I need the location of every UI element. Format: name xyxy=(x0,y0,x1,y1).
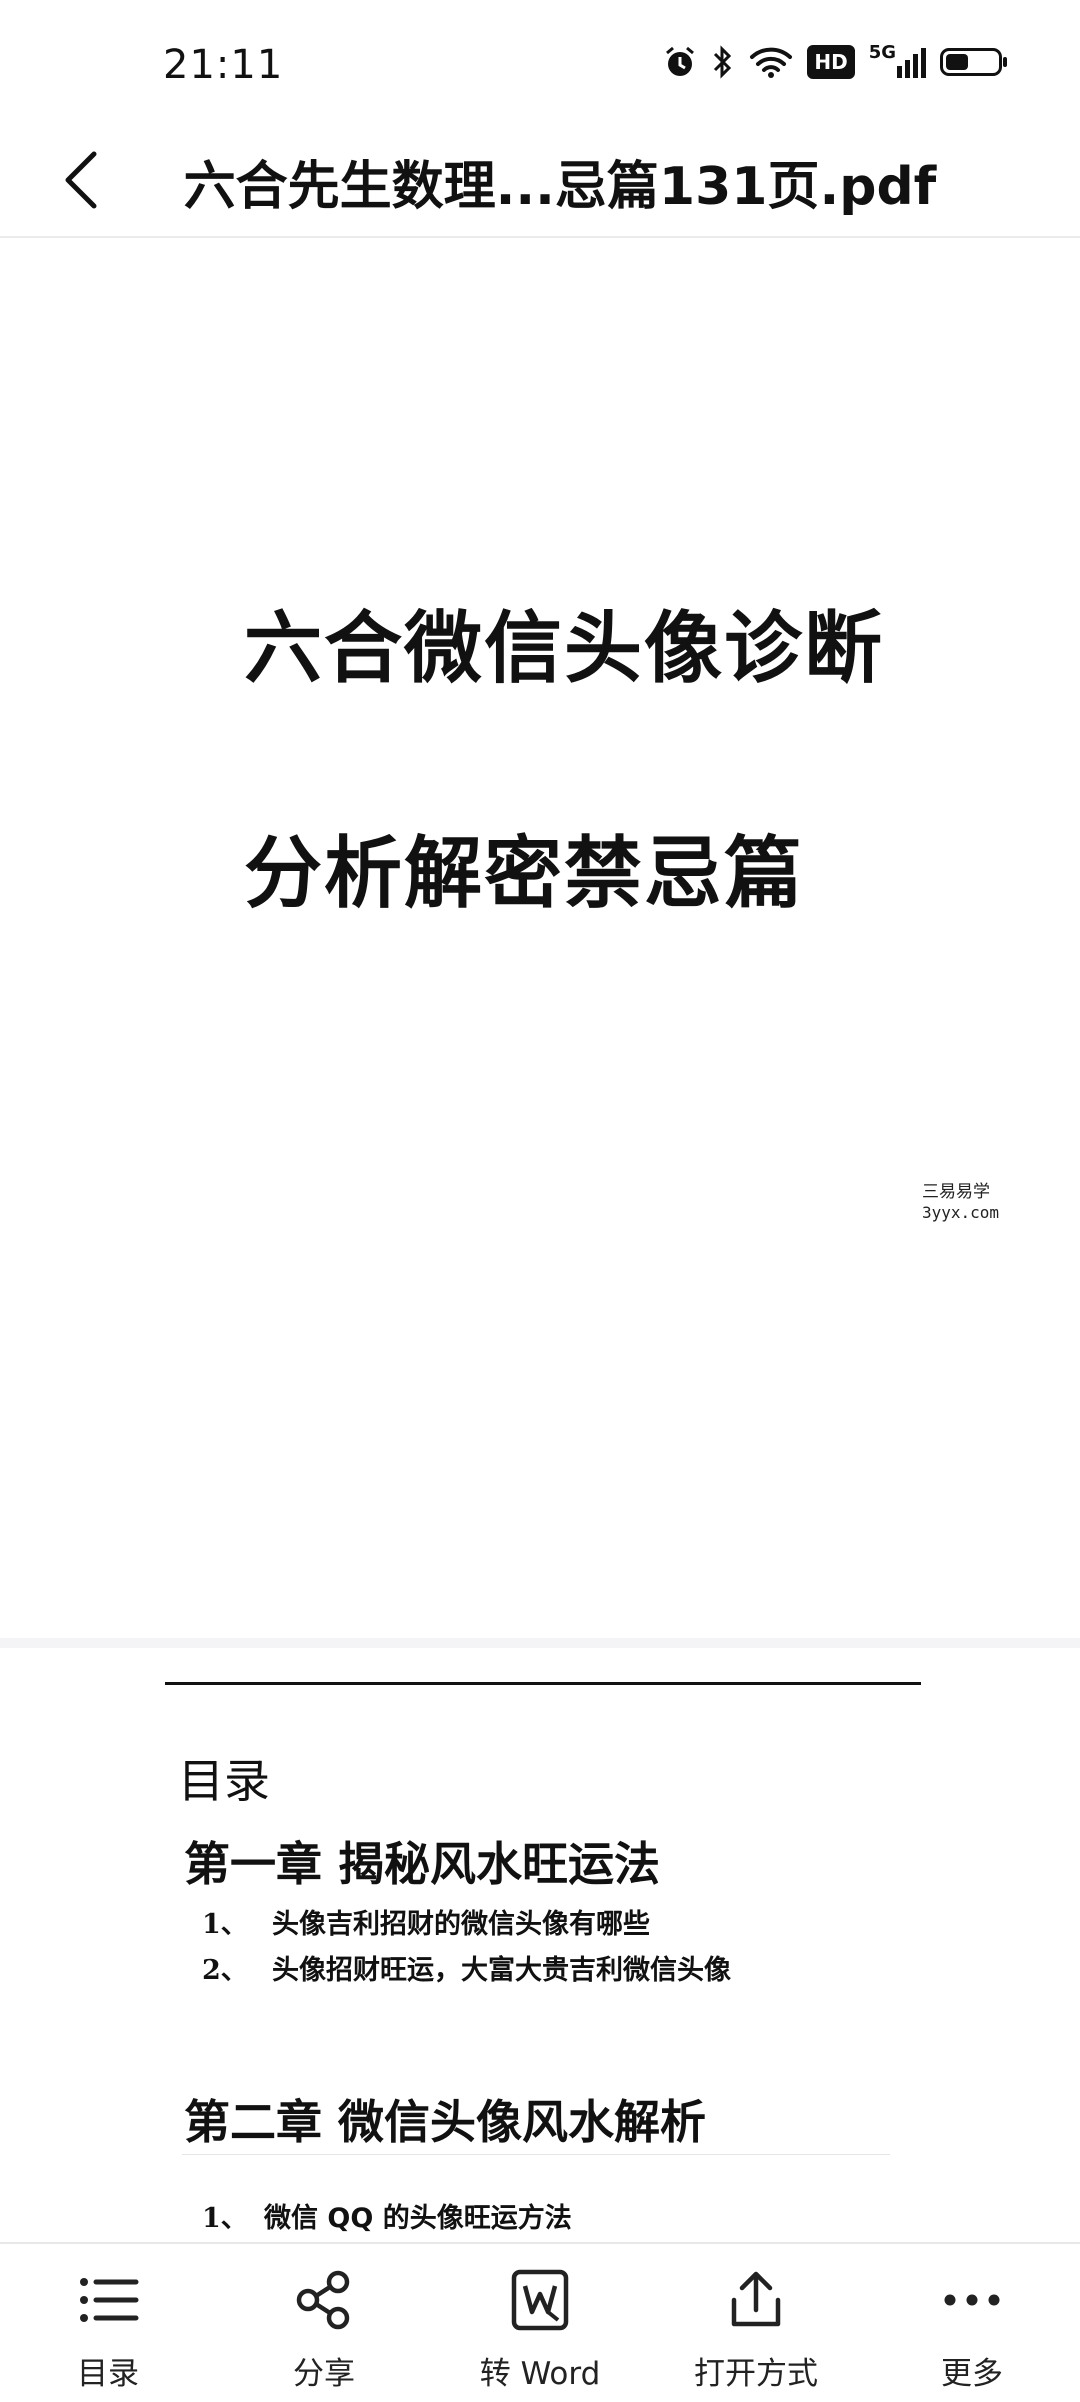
wifi-icon xyxy=(749,45,793,79)
toc-chapter-1: 第一章 揭秘风水旺运法 xyxy=(184,1837,661,1891)
toc-item-text: 微信 QQ 的头像旺运方法 xyxy=(264,2203,572,2234)
chapter-divider xyxy=(182,2154,890,2155)
signal-5g-icon: 5G xyxy=(869,42,926,78)
back-button[interactable] xyxy=(56,140,116,220)
share-button[interactable]: 分享 xyxy=(216,2244,432,2402)
toc-button[interactable]: 目录 xyxy=(0,2244,216,2402)
bluetooth-icon xyxy=(711,44,735,80)
list-icon xyxy=(80,2278,139,2322)
pdf-page-cover: 六合微信头像诊断 分析解密禁忌篇 三易易学 3yyx.com xyxy=(0,238,1080,1638)
toc-item-text: 头像吉利招财的微信头像有哪些 xyxy=(272,1909,650,1940)
app-header: 六合先生数理...忌篇131页.pdf xyxy=(0,130,1080,238)
toc-item-number: 1、 xyxy=(202,1909,248,1940)
share-button-label: 分享 xyxy=(293,2356,355,2392)
toc-item-number: 2、 xyxy=(202,1955,248,1986)
chevron-left-icon xyxy=(65,151,97,209)
share-icon xyxy=(296,2270,350,2330)
page-header-rule xyxy=(165,1682,921,1685)
convert-word-button-label: 转 Word xyxy=(479,2356,601,2392)
more-button[interactable]: 更多 xyxy=(864,2244,1080,2402)
open-with-button-label: 打开方式 xyxy=(694,2356,818,2392)
watermark-line2: 3yyx.com xyxy=(922,1203,1000,1222)
open-with-button[interactable]: 打开方式 xyxy=(648,2244,864,2402)
network-label: 5G xyxy=(868,41,896,63)
toc-title: 目录 xyxy=(178,1754,270,1808)
cover-title-line1: 六合微信头像诊断 xyxy=(244,604,885,694)
cover-title-line2: 分析解密禁忌篇 xyxy=(244,829,805,919)
status-bar: 21:11 HD 5G xyxy=(0,0,1080,130)
watermark: 三易易学 3yyx.com xyxy=(822,1173,1078,1237)
status-time: 21:11 xyxy=(163,42,284,88)
word-convert-icon xyxy=(511,2269,569,2331)
toc-chapter-2: 第二章 微信头像风水解析 xyxy=(184,2095,707,2149)
alarm-icon xyxy=(663,45,697,79)
status-icons: HD 5G xyxy=(663,42,1007,80)
watermark-line1: 三易易学 xyxy=(922,1182,990,1202)
toc-item-text: 头像招财旺运，大富大贵吉利微信头像 xyxy=(272,1955,731,1986)
toc-button-label: 目录 xyxy=(77,2356,139,2392)
open-with-icon xyxy=(731,2271,781,2327)
bottom-toolbar: 目录 分享 转 Word 打开方式 更多 xyxy=(0,2242,1080,2402)
toc-item-number: 1、 xyxy=(202,2203,248,2234)
battery-icon xyxy=(940,48,1007,76)
pdf-viewer[interactable]: 六合微信头像诊断 分析解密禁忌篇 三易易学 3yyx.com 目录 第一章 揭秘… xyxy=(0,238,1080,2248)
more-button-label: 更多 xyxy=(941,2356,1003,2392)
convert-word-button[interactable]: 转 Word xyxy=(432,2244,648,2402)
pdf-page-toc: 目录 第一章 揭秘风水旺运法 1、 头像吉利招财的微信头像有哪些 2、 头像招财… xyxy=(0,1648,1080,2248)
hd-icon: HD xyxy=(807,45,855,79)
more-icon xyxy=(944,2294,1000,2306)
document-title: 六合先生数理...忌篇131页.pdf xyxy=(183,157,937,217)
